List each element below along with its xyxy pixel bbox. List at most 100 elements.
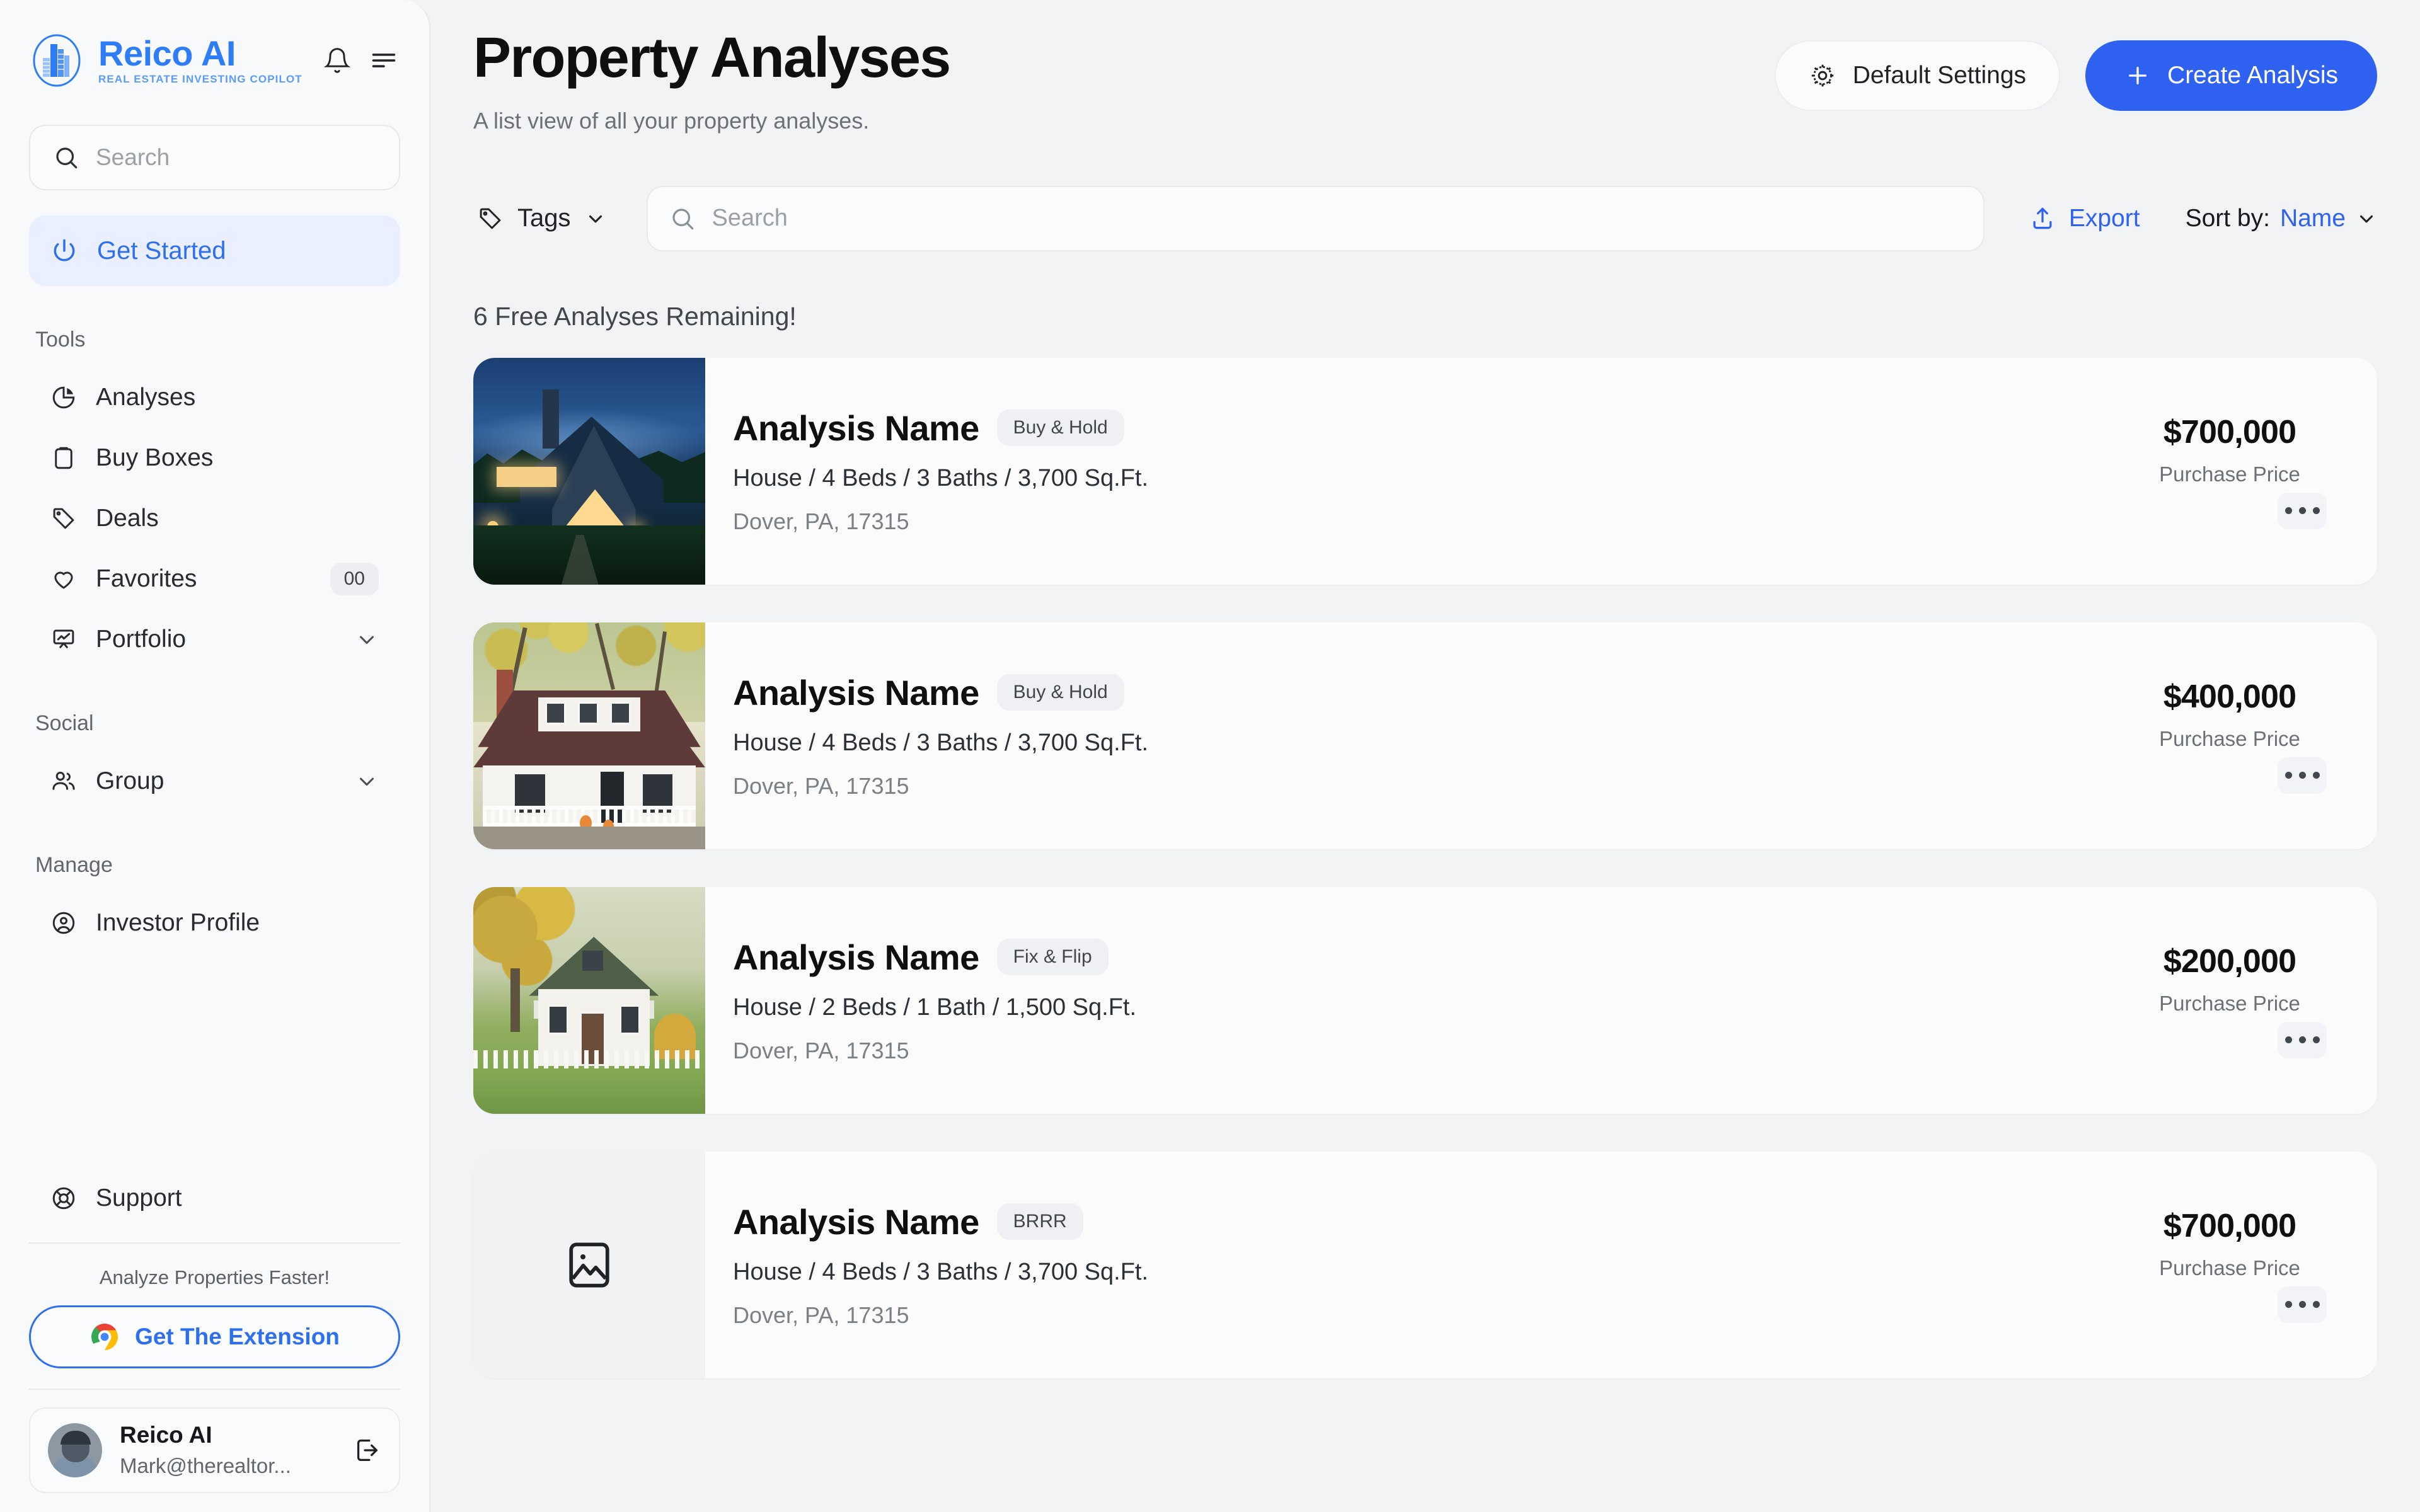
main-content: Property Analyses A list view of all you… bbox=[430, 0, 2420, 1512]
page-header: Property Analyses A list view of all you… bbox=[430, 0, 2420, 134]
user-circle-icon bbox=[50, 910, 77, 936]
sidebar-item-portfolio[interactable]: Portfolio bbox=[29, 609, 400, 670]
sidebar-item-get-started[interactable]: Get Started bbox=[29, 215, 400, 286]
sidebar-item-deals[interactable]: Deals bbox=[29, 488, 400, 549]
purchase-price: $400,000 bbox=[2163, 678, 2296, 715]
analysis-info: Analysis Name BRRR House / 4 Beds / 3 Ba… bbox=[733, 1201, 2110, 1329]
hamburger-menu-icon[interactable] bbox=[370, 47, 398, 74]
users-icon bbox=[50, 768, 77, 794]
chevron-down-icon bbox=[2356, 208, 2377, 229]
analysis-card-body: Analysis Name Buy & Hold House / 4 Beds … bbox=[705, 622, 2377, 849]
get-extension-button[interactable]: Get The Extension bbox=[29, 1305, 400, 1368]
default-settings-button[interactable]: Default Settings bbox=[1774, 40, 2061, 111]
strategy-badge: Buy & Hold bbox=[996, 410, 1124, 447]
sort-by-label: Sort by: bbox=[2185, 204, 2270, 232]
pie-chart-icon bbox=[50, 384, 77, 411]
purchase-price-label: Purchase Price bbox=[2159, 726, 2300, 750]
logout-icon[interactable] bbox=[352, 1436, 381, 1465]
favorites-count-badge: 00 bbox=[330, 563, 379, 595]
sidebar-item-label: Group bbox=[96, 767, 164, 794]
create-analysis-label: Create Analysis bbox=[2167, 62, 2338, 89]
create-analysis-button[interactable]: Create Analysis bbox=[2085, 40, 2377, 111]
sidebar-section-social: Group bbox=[29, 751, 400, 811]
sidebar-item-support[interactable]: Support bbox=[29, 1168, 400, 1228]
brand[interactable]: Reico AI REAL ESTATE INVESTING COPILOT bbox=[29, 29, 400, 92]
sidebar-item-label: Deals bbox=[96, 505, 159, 532]
lifebuoy-icon bbox=[50, 1185, 77, 1211]
more-options-button[interactable] bbox=[2278, 1021, 2327, 1058]
property-specs: House / 4 Beds / 3 Baths / 3,700 Sq.Ft. bbox=[733, 729, 1149, 756]
tag-icon bbox=[50, 505, 77, 532]
analysis-card[interactable]: Analysis Name Buy & Hold House / 4 Beds … bbox=[473, 622, 2377, 849]
property-specs: House / 4 Beds / 3 Baths / 3,700 Sq.Ft. bbox=[733, 1258, 1149, 1285]
list-search-input[interactable] bbox=[712, 205, 1962, 232]
default-settings-label: Default Settings bbox=[1852, 62, 2027, 89]
ellipsis-icon bbox=[2285, 1036, 2292, 1044]
sidebar-header: Reico AI REAL ESTATE INVESTING COPILOT bbox=[0, 0, 429, 190]
analysis-price-block: $700,000 Purchase Price bbox=[2110, 1152, 2349, 1378]
sidebar-item-label: Portfolio bbox=[96, 626, 187, 653]
brand-text: Reico AI REAL ESTATE INVESTING COPILOT bbox=[98, 35, 323, 86]
property-thumbnail bbox=[473, 622, 705, 849]
purchase-price-label: Purchase Price bbox=[2159, 991, 2300, 1015]
analysis-name: Analysis Name bbox=[733, 1201, 979, 1242]
sidebar-item-group[interactable]: Group bbox=[29, 751, 400, 811]
purchase-price: $200,000 bbox=[2163, 942, 2296, 980]
sidebar-item-right bbox=[355, 769, 379, 793]
more-options-button[interactable] bbox=[2278, 1286, 2327, 1323]
sidebar-search[interactable] bbox=[29, 125, 400, 190]
property-specs: House / 4 Beds / 3 Baths / 3,700 Sq.Ft. bbox=[733, 464, 1149, 491]
purchase-price: $700,000 bbox=[2163, 1207, 2296, 1244]
sidebar-section-tools-label: Tools bbox=[35, 328, 86, 352]
user-profile-card[interactable]: Reico AI Mark@therealtor... bbox=[29, 1407, 400, 1493]
sidebar-item-buy-boxes[interactable]: Buy Boxes bbox=[29, 428, 400, 488]
get-extension-label: Get The Extension bbox=[135, 1324, 340, 1349]
clipboard-icon bbox=[50, 445, 77, 471]
analysis-card[interactable]: Analysis Name BRRR House / 4 Beds / 3 Ba… bbox=[473, 1151, 2377, 1378]
purchase-price-label: Purchase Price bbox=[2159, 1256, 2300, 1280]
sidebar-section-manage: Investor Profile bbox=[29, 893, 400, 953]
promo-text: Analyze Properties Faster! bbox=[99, 1266, 330, 1288]
sidebar-item-label: Buy Boxes bbox=[96, 444, 214, 471]
user-name: Reico AI bbox=[120, 1422, 212, 1448]
strategy-badge: BRRR bbox=[996, 1203, 1083, 1240]
sort-by-dropdown[interactable]: Sort by: Name bbox=[2186, 205, 2377, 232]
more-options-button[interactable] bbox=[2278, 757, 2327, 794]
presentation-chart-icon bbox=[50, 626, 77, 653]
sort-by-value: Name bbox=[2279, 204, 2346, 232]
analysis-card[interactable]: Analysis Name Fix & Flip House / 2 Beds … bbox=[473, 886, 2377, 1114]
page-header-actions: Default Settings Create Analysis bbox=[1774, 26, 2377, 111]
list-search[interactable] bbox=[646, 185, 1985, 251]
purchase-price-label: Purchase Price bbox=[2159, 462, 2300, 486]
sidebar-search-input[interactable] bbox=[96, 144, 376, 171]
analysis-name: Analysis Name bbox=[733, 408, 979, 448]
sidebar-item-analyses[interactable]: Analyses bbox=[29, 367, 400, 428]
analysis-title-row: Analysis Name Buy & Hold bbox=[733, 672, 2110, 713]
brand-tagline: REAL ESTATE INVESTING COPILOT bbox=[98, 73, 302, 86]
sidebar-footer: Support Analyze Properties Faster! Get T… bbox=[0, 1168, 429, 1512]
tags-label: Tags bbox=[517, 204, 571, 232]
export-button[interactable]: Export bbox=[2029, 205, 2140, 232]
app-root: Reico AI REAL ESTATE INVESTING COPILOT S… bbox=[0, 0, 2420, 1512]
analysis-price-block: $700,000 Purchase Price bbox=[2110, 358, 2349, 585]
sidebar-section-social-label: Social bbox=[35, 711, 94, 735]
sidebar-item-right bbox=[355, 627, 379, 651]
chevron-down-icon[interactable] bbox=[355, 627, 379, 651]
property-thumbnail bbox=[473, 357, 705, 585]
bell-icon[interactable] bbox=[323, 47, 351, 74]
sidebar-item-favorites[interactable]: Favorites 00 bbox=[29, 549, 400, 609]
chevron-down-icon[interactable] bbox=[355, 769, 379, 793]
ellipsis-icon bbox=[2285, 772, 2292, 779]
property-specs: House / 2 Beds / 1 Bath / 1,500 Sq.Ft. bbox=[733, 994, 1137, 1021]
analysis-name: Analysis Name bbox=[733, 672, 979, 713]
tags-filter[interactable]: Tags bbox=[473, 198, 610, 239]
ellipsis-icon bbox=[2285, 507, 2292, 515]
footer-divider bbox=[29, 1242, 400, 1244]
sidebar-item-right: 00 bbox=[330, 563, 379, 595]
sidebar-item-investor-profile[interactable]: Investor Profile bbox=[29, 893, 400, 953]
user-email: Mark@therealtor... bbox=[120, 1453, 291, 1477]
property-address: Dover, PA, 17315 bbox=[733, 772, 909, 799]
analysis-card[interactable]: Analysis Name Buy & Hold House / 4 Beds … bbox=[473, 357, 2377, 585]
property-address: Dover, PA, 17315 bbox=[733, 1302, 909, 1328]
more-options-button[interactable] bbox=[2278, 492, 2327, 529]
